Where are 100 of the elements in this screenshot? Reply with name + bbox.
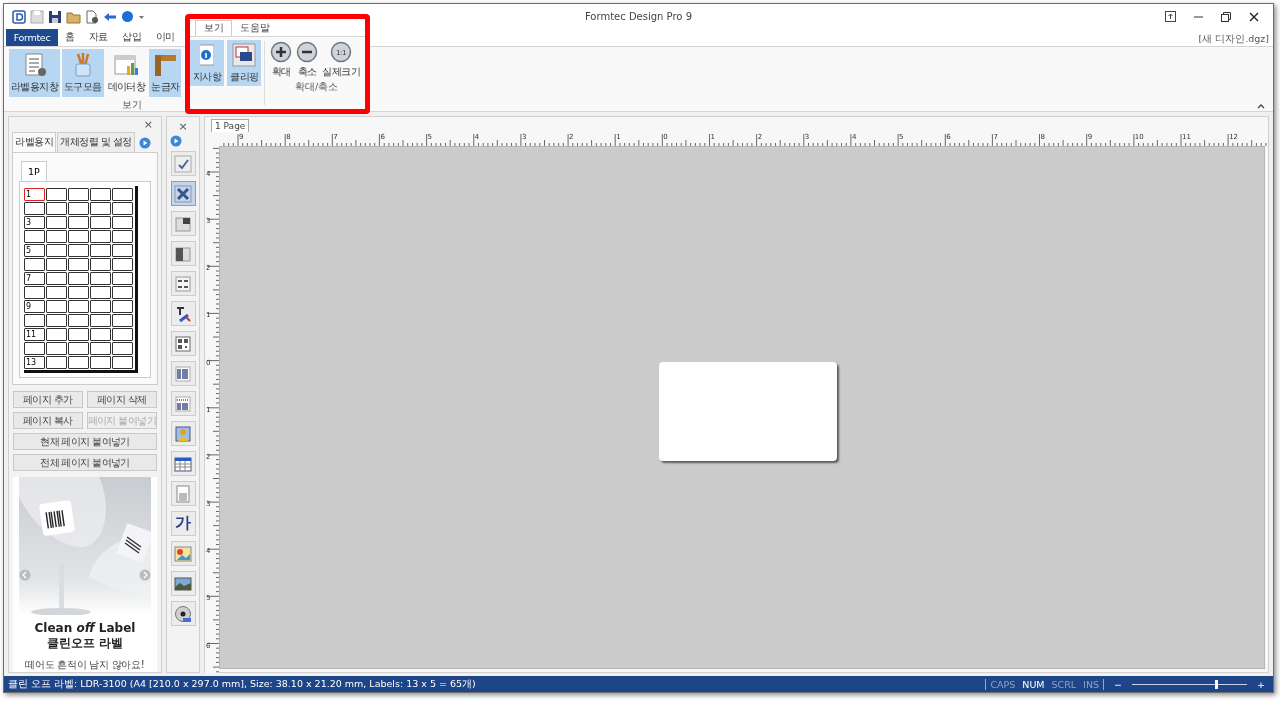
label-cell[interactable] <box>90 272 111 285</box>
label-cell[interactable]: 5 <box>24 244 45 257</box>
label-cell[interactable] <box>90 286 111 299</box>
label-cell[interactable] <box>68 342 89 355</box>
tool-button[interactable] <box>170 211 196 236</box>
panel-tab[interactable]: 라벨용지 <box>12 132 56 152</box>
label-cell[interactable] <box>112 188 133 201</box>
ribbon-button[interactable]: 데이터창 <box>105 49 148 97</box>
label-cell[interactable]: 7 <box>24 272 45 285</box>
ribbon-button[interactable]: 클리핑 <box>227 40 262 86</box>
tool-button[interactable] <box>170 181 196 206</box>
label-cell[interactable]: 13 <box>24 356 45 369</box>
page-button[interactable]: 페이지 복사 <box>13 412 83 429</box>
label-cell[interactable] <box>46 188 67 201</box>
label-cell[interactable] <box>112 216 133 229</box>
play-icon[interactable] <box>138 137 151 149</box>
label-cell[interactable] <box>46 244 67 257</box>
page-button[interactable]: 페이지 삭제 <box>86 391 157 408</box>
label-cell[interactable] <box>112 272 133 285</box>
ribbon-options-icon[interactable] <box>1165 11 1176 22</box>
label-cell[interactable] <box>90 342 111 355</box>
label-cell[interactable] <box>46 216 67 229</box>
label-cell[interactable] <box>68 314 89 327</box>
page-tab[interactable]: 1P <box>21 161 47 181</box>
label-cell[interactable] <box>68 272 89 285</box>
page-button[interactable]: 전체 페이지 붙여넣기 <box>13 454 157 471</box>
label-cell[interactable] <box>112 230 133 243</box>
label-cell[interactable] <box>68 258 89 271</box>
label-cell[interactable] <box>46 272 67 285</box>
label-cell[interactable]: 1 <box>24 188 45 201</box>
label-cell[interactable] <box>90 244 111 257</box>
tool-button[interactable] <box>170 301 196 326</box>
zoom-button[interactable]: 확대 <box>268 37 295 79</box>
label-cell[interactable] <box>68 244 89 257</box>
close-toolbox-button[interactable]: × <box>176 119 190 133</box>
ribbon-tab[interactable]: 자료 <box>81 29 116 46</box>
label-cell[interactable] <box>24 202 45 215</box>
label-cell[interactable] <box>112 286 133 299</box>
label-cell[interactable] <box>46 202 67 215</box>
label-cell[interactable] <box>112 300 133 313</box>
label-cell[interactable] <box>112 314 133 327</box>
label-cell[interactable] <box>68 216 89 229</box>
zoom-slider-thumb[interactable] <box>1214 679 1218 689</box>
label-cell[interactable] <box>68 356 89 369</box>
label-cell[interactable] <box>46 286 67 299</box>
ribbon-tab[interactable]: 삽입 <box>115 29 149 46</box>
tool-button[interactable] <box>170 241 196 266</box>
dropdown-caret-icon[interactable] <box>138 13 145 20</box>
label-cell[interactable] <box>46 230 67 243</box>
label-cell[interactable]: 11 <box>24 328 45 341</box>
zoom-in-button[interactable]: + <box>1257 678 1265 690</box>
label-cell[interactable] <box>46 328 67 341</box>
label-cell[interactable] <box>90 356 111 369</box>
label-cell[interactable] <box>90 314 111 327</box>
ribbon-tab[interactable]: 홈 <box>58 29 82 46</box>
label-cell[interactable] <box>24 314 45 327</box>
label-cell[interactable] <box>24 342 45 355</box>
circle-icon[interactable] <box>121 10 134 23</box>
label-cell[interactable] <box>112 244 133 257</box>
ribbon-button[interactable]: 도구모음 <box>62 49 104 97</box>
label-cell[interactable] <box>46 356 67 369</box>
panel-tab[interactable]: 개체정렬 및 설정 <box>57 132 135 152</box>
label-cell[interactable] <box>24 230 45 243</box>
zoom-out-button[interactable]: − <box>1114 678 1123 690</box>
play-icon[interactable] <box>170 135 182 147</box>
ribbon-tab[interactable]: 도움말 <box>232 20 278 36</box>
label-cell[interactable] <box>68 300 89 313</box>
tool-button[interactable] <box>170 601 196 626</box>
label-cell[interactable] <box>90 202 111 215</box>
label-cell[interactable] <box>68 328 89 341</box>
close-panel-button[interactable]: × <box>141 118 155 131</box>
tool-button[interactable] <box>170 331 196 356</box>
document-icon[interactable] <box>85 9 99 24</box>
label-cell[interactable] <box>68 286 89 299</box>
label-cell[interactable] <box>112 258 133 271</box>
label-cell[interactable] <box>90 230 111 243</box>
label-cell[interactable]: 9 <box>24 300 45 313</box>
save-all-icon[interactable] <box>48 9 62 24</box>
label-cell[interactable] <box>46 258 67 271</box>
ribbon-tab[interactable]: 이미 <box>148 29 175 46</box>
ribbon-button[interactable]: 눈금자 <box>149 49 182 97</box>
label-cell[interactable] <box>68 202 89 215</box>
label-cell[interactable] <box>90 328 111 341</box>
tool-button[interactable] <box>170 571 196 596</box>
label-cell[interactable] <box>112 356 133 369</box>
close-icon[interactable] <box>1249 11 1259 22</box>
ribbon-tab[interactable]: 보기 <box>195 20 233 36</box>
app-logo-icon[interactable] <box>12 9 26 24</box>
restore-icon[interactable] <box>1221 11 1231 22</box>
label-cell[interactable] <box>90 300 111 313</box>
label-cell[interactable] <box>24 258 45 271</box>
tool-button[interactable]: 가 <box>170 511 196 536</box>
label-cell[interactable] <box>90 258 111 271</box>
page-tab[interactable]: 1 Page <box>211 119 250 132</box>
tool-button[interactable] <box>170 271 196 296</box>
label-cell[interactable] <box>90 216 111 229</box>
ribbon-button[interactable]: 지사항 <box>190 40 225 86</box>
page-button[interactable]: 현재 페이지 붙여넣기 <box>13 433 157 450</box>
label-cell[interactable] <box>68 230 89 243</box>
ribbon-button[interactable]: 라벨용지창 <box>9 49 60 97</box>
